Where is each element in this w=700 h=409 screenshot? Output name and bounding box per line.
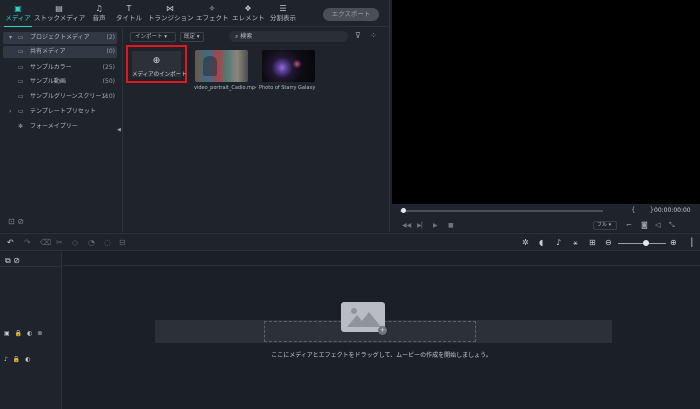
- volume-icon[interactable]: ◁: [655, 221, 660, 229]
- effects-icon: ✧: [208, 4, 216, 13]
- tab-media[interactable]: ▣ メディア: [4, 3, 32, 27]
- import-media-tile[interactable]: ⊕ メディアのインポート: [126, 45, 187, 83]
- add-media-image-icon: +: [341, 302, 387, 335]
- sidebar-item-shared-media[interactable]: ▭ 共有メディア (0): [3, 46, 117, 58]
- media-sidebar: ▾ ▭ プロジェクトメディア (2) ▭ 共有メディア (0) ▭ サンプルカラ…: [0, 28, 123, 232]
- stop-icon[interactable]: ■: [448, 222, 454, 229]
- media-thumbnail[interactable]: [262, 50, 315, 82]
- color-icon[interactable]: ◌: [104, 238, 111, 247]
- music-icon: ♫: [95, 4, 103, 13]
- marker-icon[interactable]: ◖: [539, 238, 543, 247]
- sidebar-item-sample-colors[interactable]: ▭ サンプルカラー (25): [3, 62, 117, 74]
- snap-icon[interactable]: ⊞: [589, 238, 596, 247]
- title-icon: T: [126, 4, 132, 13]
- timecode: 00:00:00:00: [654, 207, 691, 214]
- crop-icon[interactable]: ◇: [72, 238, 78, 247]
- drop-hint-text: ここにメディアとエフェクトをドラッグして、ムービーの作成を開始しましょう。: [271, 352, 492, 359]
- sort-dropdown[interactable]: 既定 ▾: [180, 32, 204, 42]
- folder-icon: ▭: [18, 48, 24, 55]
- mic-icon[interactable]: ♪: [556, 238, 561, 247]
- tab-elements[interactable]: ❖ エレメント: [232, 3, 265, 25]
- zoom-in-icon[interactable]: ⊕: [670, 238, 677, 247]
- delete-icon[interactable]: ⌫: [40, 238, 51, 247]
- preview-panel: { } 00:00:00:00 ◀◀ ▶▏ ▶ ■ フル ▾ ⌐ ◙ ◁ ⤡: [389, 0, 700, 232]
- elements-icon: ❖: [244, 4, 252, 13]
- sidebar-item-template-presets[interactable]: › ▭ テンプレートプリセット: [3, 106, 117, 118]
- plus-icon: +: [378, 326, 387, 335]
- fit-icon[interactable]: ▕: [686, 238, 692, 247]
- prev-frame-icon[interactable]: ◀◀: [402, 222, 411, 229]
- track-header: ⧉ ⊘ ▣🔒◐⊚ ♪🔒◐: [0, 252, 62, 409]
- add-folder-icon[interactable]: ⊡ ⊘: [8, 217, 24, 226]
- ai-icon[interactable]: ⚹: [573, 238, 578, 248]
- tab-effects[interactable]: ✧ エフェクト: [196, 3, 229, 25]
- media-panel: ▣ メディア ▤ ストックメディア ♫ 音声 T タイトル ⋈ トランジション …: [0, 0, 389, 232]
- sidebar-item-sample-green-screen[interactable]: ▭ サンプルグリーンスクリーン (10): [3, 91, 117, 103]
- stock-icon: ▤: [55, 4, 63, 13]
- preview-screen: [392, 0, 700, 204]
- folder-icon: ▭: [18, 78, 24, 85]
- aspect-icon[interactable]: ⌐: [626, 221, 632, 229]
- sidebar-item-library[interactable]: ✻ フォーメイプリー: [3, 121, 117, 133]
- tab-split-screen[interactable]: ☰ 分割表示: [268, 3, 298, 25]
- tab-stock-media[interactable]: ▤ ストックメディア: [34, 3, 85, 25]
- folder-icon: ▭: [18, 93, 24, 100]
- search-input[interactable]: ⌕ 検索: [229, 31, 348, 42]
- zoom-out-icon[interactable]: ⊖: [605, 238, 612, 247]
- transition-icon: ⋈: [166, 4, 174, 13]
- audio-track-controls-icon[interactable]: ♪🔒◐: [4, 356, 36, 363]
- import-icon: ⊕: [152, 56, 161, 66]
- video-track-controls-icon[interactable]: ▣🔒◐⊚: [4, 330, 47, 337]
- split-icon: ☰: [279, 4, 287, 13]
- chevron-right-icon: ›: [9, 108, 12, 115]
- folder-icon: ▣: [14, 4, 22, 13]
- gear-icon: ✻: [18, 123, 24, 130]
- tab-transitions[interactable]: ⋈ トランジション: [148, 3, 194, 25]
- filter-icon[interactable]: ⊽: [355, 31, 361, 40]
- speed-icon[interactable]: ◔: [88, 238, 95, 247]
- add-track-icon[interactable]: ⧉ ⊘: [5, 256, 20, 266]
- media-caption: video_portrait_Cadio.mp4: [194, 85, 256, 91]
- fullscreen-icon[interactable]: ⤡: [669, 221, 675, 230]
- collapse-sidebar-icon[interactable]: ◀: [117, 127, 121, 133]
- playhead-knob[interactable]: [401, 208, 406, 213]
- render-icon[interactable]: ✲: [522, 238, 529, 247]
- play-icon[interactable]: ▶: [433, 222, 438, 229]
- chevron-down-icon: ▾: [9, 34, 13, 41]
- zoom-slider-knob[interactable]: [643, 240, 649, 246]
- step-back-icon[interactable]: ▶▏: [417, 222, 426, 229]
- grid-view-icon[interactable]: ⁘: [370, 31, 377, 40]
- quality-dropdown[interactable]: フル ▾: [593, 221, 617, 230]
- redo-icon[interactable]: ↷: [24, 238, 31, 247]
- top-toolbar: ▣ メディア ▤ ストックメディア ♫ 音声 T タイトル ⋈ トランジション …: [0, 0, 389, 27]
- playback-scrubber[interactable]: [400, 210, 603, 212]
- zoom-slider[interactable]: [618, 243, 666, 244]
- snapshot-icon[interactable]: ◙: [641, 221, 648, 229]
- tab-titles[interactable]: T タイトル: [116, 3, 142, 25]
- time-ruler[interactable]: [63, 252, 700, 266]
- sidebar-item-sample-videos[interactable]: ▭ サンプル動画 (50): [3, 76, 117, 88]
- cut-icon[interactable]: ✂: [56, 238, 63, 247]
- media-caption: Photo of Starry Galaxy: [259, 85, 316, 91]
- undo-icon[interactable]: ↶: [7, 238, 14, 247]
- media-thumbnail[interactable]: [195, 50, 248, 82]
- search-icon: ⌕: [235, 33, 239, 40]
- tab-audio[interactable]: ♫ 音声: [88, 3, 110, 25]
- export-button[interactable]: エクスポート: [323, 8, 379, 21]
- folder-icon: ▭: [18, 34, 24, 41]
- timeline-area[interactable]: + ここにメディアとエフェクトをドラッグして、ムービーの作成を開始しましょう。: [63, 252, 700, 409]
- detach-icon[interactable]: ⊟: [119, 238, 126, 247]
- folder-icon: ▭: [18, 108, 24, 115]
- import-dropdown[interactable]: インポート ▾: [130, 32, 176, 42]
- timeline-toolbar: ↶ ↷ ⌫ ✂ ◇ ◔ ◌ ⊟ ✲ ◖ ♪ ⚹ ⊞ ⊖ ⊕ ▕: [0, 233, 700, 251]
- sidebar-item-project-media[interactable]: ▾ ▭ プロジェクトメディア (2): [3, 32, 117, 44]
- folder-icon: ▭: [18, 64, 24, 71]
- media-library: インポート ▾ 既定 ▾ ⌕ 検索 ⊽ ⁘ ⊕ メディアのインポート video…: [124, 28, 389, 232]
